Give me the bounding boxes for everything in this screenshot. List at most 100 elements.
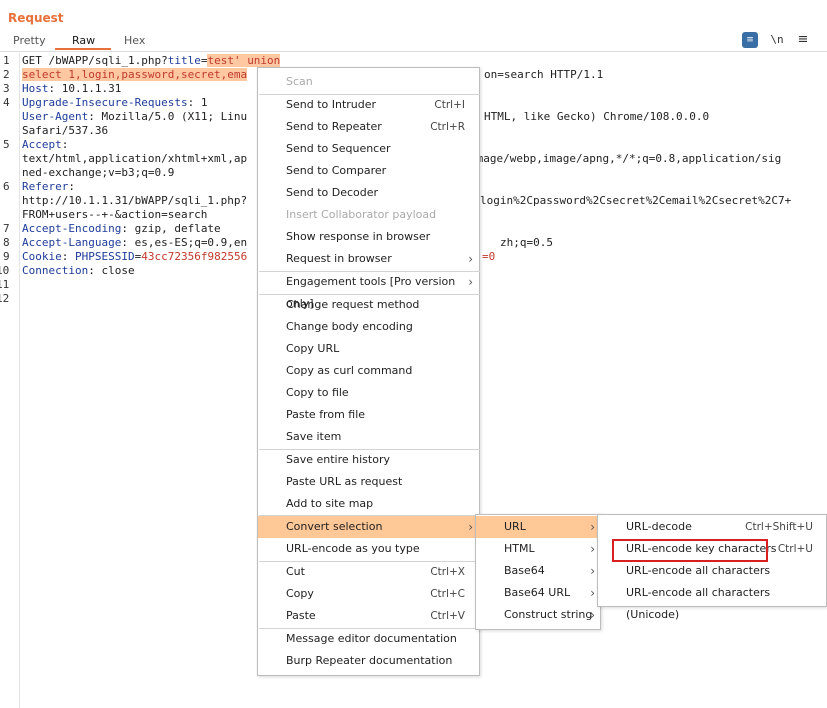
menu-item-label: Scan	[286, 75, 313, 88]
header-value: :	[61, 250, 75, 263]
header-line: Accept:	[22, 138, 68, 151]
header-value: : close	[88, 264, 135, 277]
shortcut-label: Ctrl+Shift+U	[745, 521, 813, 533]
menu-item-copy-to-file[interactable]: Copy to file	[258, 382, 479, 404]
menu-item-copy-url[interactable]: Copy URL	[258, 338, 479, 360]
menu-item-add-to-site-map[interactable]: Add to site map	[258, 493, 479, 515]
menu-item-paste[interactable]: Paste Ctrl+V	[258, 605, 479, 627]
header-value: image/webp,image/apng,*/*;q=0.8,applicat…	[470, 152, 782, 165]
header-value: : Mozilla/5.0 (X11; Linu	[88, 110, 248, 123]
submenu-item-url-encode-all-unicode[interactable]: URL-encode all characters (Unicode)	[598, 582, 826, 621]
menu-item-cut[interactable]: Cut Ctrl+X	[258, 561, 479, 583]
line-number: 7	[3, 222, 10, 235]
menu-item-url-encode-as-you-type[interactable]: URL-encode as you type	[258, 538, 479, 560]
menu-item-label: Send to Repeater	[286, 120, 382, 133]
menu-item-label: URL	[504, 520, 526, 533]
chevron-right-icon: ›	[468, 520, 473, 534]
menu-item-label: Copy as curl command	[286, 364, 413, 377]
header-value: : 10.1.1.31	[48, 82, 122, 95]
header-name: User-Agent	[22, 110, 89, 123]
menu-item-label: Copy URL	[286, 342, 340, 355]
submenu-item-construct-string[interactable]: Construct string ›	[476, 604, 600, 626]
menu-item-send-to-intruder[interactable]: Send to Intruder Ctrl+I	[258, 94, 479, 116]
menu-item-label: Paste from file	[286, 408, 366, 421]
menu-item-change-request-method[interactable]: Change request method	[258, 294, 479, 316]
line-number: 8	[3, 236, 10, 249]
header-name: Cookie	[22, 250, 62, 263]
header-value: text/html,application/xhtml+xml,ap	[22, 152, 248, 165]
menu-item-convert-selection[interactable]: Convert selection ›	[258, 516, 479, 538]
shortcut-label: Ctrl+U	[777, 543, 813, 555]
menu-item-label: Cut	[286, 565, 305, 578]
selected-text: test' union	[207, 54, 281, 67]
menu-item-copy-as-curl[interactable]: Copy as curl command	[258, 360, 479, 382]
header-line-wrap: ned-exchange;v=b3;q=0.9	[22, 166, 175, 179]
line-number: 6	[3, 180, 10, 193]
menu-item-label: Copy	[286, 587, 314, 600]
menu-item-message-editor-docs[interactable]: Message editor documentation	[258, 628, 479, 650]
submenu-item-base64[interactable]: Base64 ›	[476, 560, 600, 582]
active-tab-indicator	[55, 48, 111, 50]
header-line: Cookie: PHPSESSID=43cc72356f982556 =0	[22, 250, 495, 263]
tab-hex[interactable]: Hex	[124, 34, 145, 47]
menu-item-engagement-tools[interactable]: Engagement tools [Pro version only] ›	[258, 271, 479, 310]
shortcut-label: Ctrl+R	[430, 121, 465, 133]
line-number: 9	[3, 250, 10, 263]
menu-item-label: URL-encode as you type	[286, 542, 420, 555]
submenu-item-url-encode-key-characters[interactable]: URL-encode key characters Ctrl+U	[598, 538, 826, 562]
menu-item-send-to-repeater[interactable]: Send to Repeater Ctrl+R	[258, 116, 479, 138]
submenu-item-url-decode[interactable]: URL-decode Ctrl+Shift+U	[598, 516, 826, 538]
submenu-item-base64-url[interactable]: Base64 URL ›	[476, 582, 600, 604]
menu-item-label: Base64	[504, 564, 545, 577]
header-name: Accept-Encoding	[22, 222, 122, 235]
submenu-item-url-encode-all[interactable]: URL-encode all characters	[598, 560, 826, 582]
header-name: Accept	[22, 138, 62, 151]
menu-item-paste-from-file[interactable]: Paste from file	[258, 404, 479, 426]
wrap-lines-icon[interactable]: ≡	[742, 32, 758, 48]
header-line: Host: 10.1.1.31	[22, 82, 121, 95]
menu-item-label: Base64 URL	[504, 586, 571, 599]
menu-item-change-body-encoding[interactable]: Change body encoding	[258, 316, 479, 338]
menu-item-copy[interactable]: Copy Ctrl+C	[258, 583, 479, 605]
header-value: : es,es-ES;q=0.9,en	[121, 236, 248, 249]
menu-item-label: Construct string	[504, 608, 593, 621]
shortcut-label: Ctrl+V	[430, 610, 465, 622]
menu-item-scan[interactable]: Scan	[258, 71, 479, 93]
submenu-item-html[interactable]: HTML ›	[476, 538, 600, 560]
menu-item-send-to-decoder[interactable]: Send to Decoder	[258, 182, 479, 204]
tab-pretty[interactable]: Pretty	[13, 34, 46, 47]
menu-item-burp-repeater-docs[interactable]: Burp Repeater documentation	[258, 650, 479, 672]
divider	[0, 51, 827, 52]
header-line: Connection: close	[22, 264, 135, 277]
menu-item-label: Send to Comparer	[286, 164, 387, 177]
header-name: Connection	[22, 264, 89, 277]
panel-title: Request	[8, 11, 64, 25]
line-number: 2	[3, 68, 10, 81]
tab-raw[interactable]: Raw	[72, 34, 95, 47]
cookie-name: PHPSESSID	[75, 250, 135, 263]
chevron-right-icon: ›	[590, 520, 595, 534]
menu-item-label: Add to site map	[286, 497, 374, 510]
newline-toggle[interactable]: \n	[769, 32, 785, 48]
shortcut-label: Ctrl+C	[430, 588, 465, 600]
menu-item-send-to-sequencer[interactable]: Send to Sequencer	[258, 138, 479, 160]
menu-item-save-item[interactable]: Save item	[258, 426, 479, 448]
menu-item-paste-url-as-request[interactable]: Paste URL as request	[258, 471, 479, 493]
header-line: Referer:	[22, 180, 75, 193]
header-line-wrap: text/html,application/xhtml+xml,ap image/…	[22, 152, 781, 165]
menu-item-save-entire-history[interactable]: Save entire history	[258, 449, 479, 471]
menu-item-send-to-comparer[interactable]: Send to Comparer	[258, 160, 479, 182]
menu-item-request-in-browser[interactable]: Request in browser ›	[258, 248, 479, 270]
line-number: 12	[0, 292, 10, 305]
convert-submenu: URL › HTML › Base64 › Base64 URL › Construct…	[475, 514, 601, 630]
header-line: Accept-Encoding: gzip, deflate	[22, 222, 221, 235]
request-line-wrap: select 1,login,password,secret,ema on=sea…	[22, 68, 603, 81]
header-value: : gzip, deflate	[121, 222, 221, 235]
menu-item-label: Send to Decoder	[286, 186, 379, 199]
header-line-wrap: Safari/537.36	[22, 124, 109, 137]
hamburger-menu-icon[interactable]: ≡	[795, 32, 811, 48]
menu-item-insert-collaborator-payload[interactable]: Insert Collaborator payload	[258, 204, 479, 226]
menu-item-label: Send to Intruder	[286, 98, 377, 111]
submenu-item-url[interactable]: URL ›	[476, 516, 600, 538]
menu-item-show-response-in-browser[interactable]: Show response in browser	[258, 226, 479, 248]
